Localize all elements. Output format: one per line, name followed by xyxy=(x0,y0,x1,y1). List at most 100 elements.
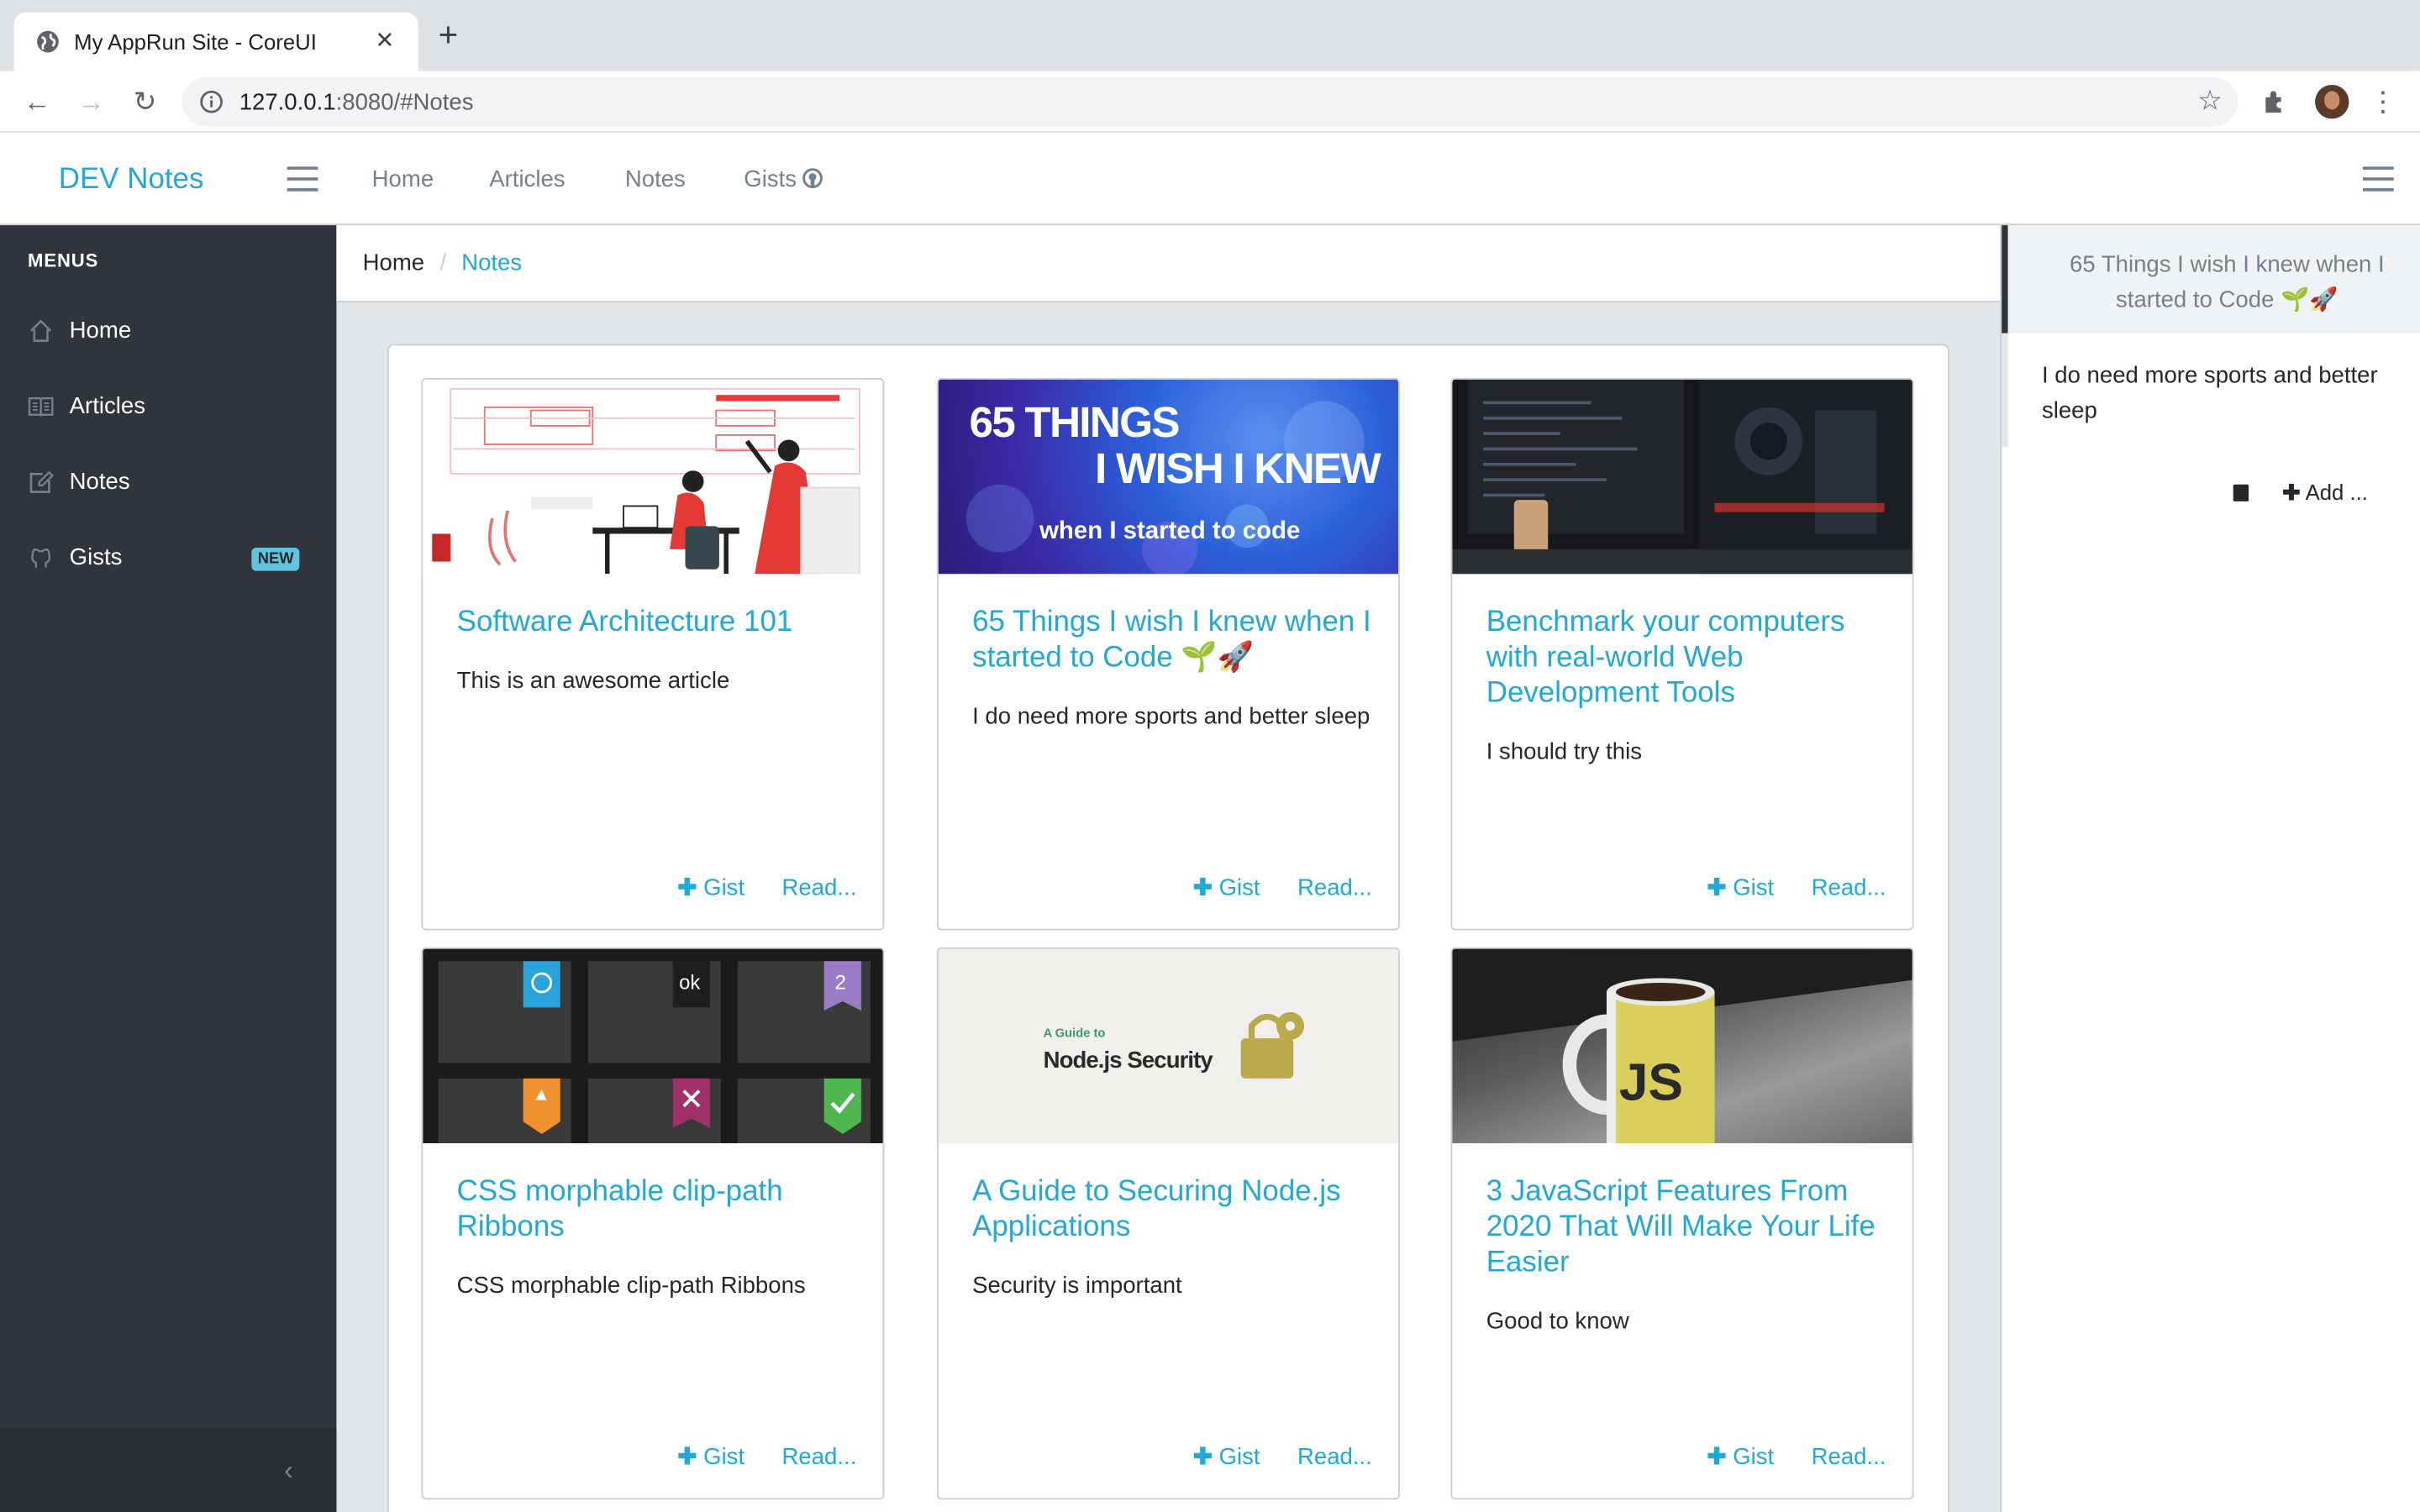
aside-selected-title: 65 Things I wish I knew when I started t… xyxy=(2070,251,2385,313)
plus-icon: ✚ xyxy=(1192,874,1213,901)
nav-articles[interactable]: Articles xyxy=(489,166,565,192)
card-text: I should try this xyxy=(1486,738,1643,766)
browser-menu-icon[interactable]: ⋮ xyxy=(2365,83,2402,120)
sidebar: MENUS Home Articles Notes Gists NEW ‹ xyxy=(0,225,337,1512)
back-icon[interactable]: ← xyxy=(18,83,55,120)
address-bar[interactable]: 127.0.0.1:8080/#Notes ☆ xyxy=(182,76,2238,127)
card-text: CSS morphable clip-path Ribbons xyxy=(456,1273,806,1299)
read-more-link[interactable]: Read... xyxy=(782,874,857,900)
close-tab-icon[interactable]: ✕ xyxy=(375,26,394,54)
card-actions: ✚ Gist Read... xyxy=(647,1442,857,1470)
image-text-number: 2 xyxy=(834,970,846,994)
sidebar-item-gists[interactable]: Gists NEW xyxy=(0,526,336,587)
profile-avatar[interactable] xyxy=(2315,85,2349,119)
card-title[interactable]: 3 JavaScript Features From 2020 That Wil… xyxy=(1486,1174,1891,1281)
aside-scrollbar[interactable] xyxy=(2002,333,2008,448)
read-more-link[interactable]: Read... xyxy=(1812,874,1886,900)
image-text-caption: when I started to code xyxy=(1039,518,1301,545)
add-gist-button[interactable]: ✚ Gist xyxy=(1707,1444,1774,1470)
nav-gists[interactable]: Gists xyxy=(744,166,823,193)
sidebar-toggle-icon[interactable] xyxy=(287,166,318,192)
add-gist-button[interactable]: ✚ Gist xyxy=(1707,874,1774,900)
nav-notes[interactable]: Notes xyxy=(625,166,686,192)
card-title[interactable]: 65 Things I wish I knew when I started t… xyxy=(972,605,1376,675)
sidebar-item-label: Gists xyxy=(69,544,123,571)
image-text-headline: 65 THINGS xyxy=(969,397,1180,446)
nav-home[interactable]: Home xyxy=(372,166,434,192)
card-text: I do need more sports and better sleep xyxy=(972,703,1370,730)
forward-icon[interactable]: → xyxy=(72,83,109,120)
sidebar-item-home[interactable]: Home xyxy=(0,299,336,360)
plus-icon: ✚ xyxy=(1192,1444,1213,1471)
article-card: A Guide to Node.js Security A Guide to S… xyxy=(936,947,1400,1500)
plus-icon: ✚ xyxy=(677,874,697,901)
globe-icon xyxy=(37,30,59,53)
extensions-icon[interactable] xyxy=(2261,88,2289,116)
card-image: JS xyxy=(1452,948,1912,1143)
book-icon xyxy=(28,397,54,417)
card-title[interactable]: Software Architecture 101 xyxy=(457,605,861,640)
reload-icon[interactable]: ↻ xyxy=(127,83,164,120)
article-card: ok 2 CSS morphable clip-path Ribbons CSS… xyxy=(421,947,885,1500)
add-gist-button[interactable]: ✚ Gist xyxy=(1193,1444,1260,1470)
github-icon xyxy=(802,168,823,189)
read-more-link[interactable]: Read... xyxy=(1297,1444,1372,1470)
sidebar-item-label: Home xyxy=(69,318,132,344)
card-title[interactable]: Benchmark your computers with real-world… xyxy=(1486,605,1891,711)
add-gist-button[interactable]: ✚ Gist xyxy=(677,1444,744,1470)
add-gist-button[interactable]: ✚ Gist xyxy=(677,874,744,900)
sidebar-item-label: Articles xyxy=(69,393,145,420)
browser-tab[interactable]: My AppRun Site - CoreUI ✕ xyxy=(13,12,418,71)
brand-logo[interactable]: DEV Notes xyxy=(59,164,204,197)
image-text-ok: ok xyxy=(679,970,701,994)
read-more-link[interactable]: Read... xyxy=(1812,1444,1886,1470)
card-actions: ✚ Gist Read... xyxy=(1676,1442,1886,1470)
sidebar-minimizer[interactable]: ‹ xyxy=(0,1428,337,1512)
chevron-left-icon[interactable]: ‹ xyxy=(284,1455,293,1488)
article-card: Benchmark your computers with real-world… xyxy=(1450,377,1914,931)
new-tab-icon[interactable]: + xyxy=(439,18,459,51)
card-title[interactable]: A Guide to Securing Node.js Applications xyxy=(972,1174,1376,1245)
add-gist-button[interactable]: ✚ Gist xyxy=(1193,874,1260,900)
card-image xyxy=(423,379,883,575)
new-badge: NEW xyxy=(251,548,300,571)
card-image xyxy=(1452,379,1912,575)
breadcrumb-home[interactable]: Home xyxy=(363,250,424,276)
breadcrumb-separator: / xyxy=(439,249,447,276)
card-text: Good to know xyxy=(1486,1308,1629,1335)
plus-icon: ✚ xyxy=(677,1444,697,1471)
read-more-link[interactable]: Read... xyxy=(1297,874,1372,900)
card-title[interactable]: CSS morphable clip-path Ribbons xyxy=(457,1174,861,1245)
aside-panel: 65 Things I wish I knew when I started t… xyxy=(2000,225,2420,1512)
aside-actions: ✚ Add ... xyxy=(2233,480,2368,506)
tab-title: My AppRun Site - CoreUI xyxy=(74,29,317,55)
aside-toggle-icon[interactable] xyxy=(2362,166,2394,192)
aside-selected-item[interactable]: 65 Things I wish I knew when I started t… xyxy=(2002,225,2420,333)
aside-note-text[interactable]: I do need more sports and better sleep xyxy=(2042,358,2381,428)
sidebar-item-articles[interactable]: Articles xyxy=(0,375,336,436)
card-text: This is an awesome article xyxy=(456,668,730,695)
plus-icon: ✚ xyxy=(1707,874,1727,901)
cards-container: Software Architecture 101 This is an awe… xyxy=(387,344,1949,1512)
card-actions: ✚ Gist Read... xyxy=(1162,1442,1372,1470)
note-icon xyxy=(29,470,54,493)
browser-tab-strip: My AppRun Site - CoreUI ✕ + xyxy=(0,0,2420,71)
browser-toolbar: ← → ↻ 127.0.0.1:8080/#Notes ☆ ⋮ xyxy=(0,71,2420,133)
bookmark-star-icon[interactable]: ☆ xyxy=(2197,85,2223,118)
breadcrumb-current: Notes xyxy=(461,249,523,276)
home-icon xyxy=(30,319,52,342)
trash-icon[interactable] xyxy=(2233,484,2249,501)
add-note-button[interactable]: ✚ Add ... xyxy=(2282,480,2368,504)
url-text: 127.0.0.1:8080/#Notes xyxy=(239,89,474,116)
info-icon[interactable] xyxy=(199,90,224,114)
card-actions: ✚ Gist Read... xyxy=(647,874,857,900)
card-image: ok 2 xyxy=(423,948,883,1143)
breadcrumb: Home / Notes xyxy=(336,225,2001,302)
sidebar-item-label: Notes xyxy=(69,469,130,496)
sidebar-item-notes[interactable]: Notes xyxy=(0,450,336,512)
card-image: A Guide to Node.js Security xyxy=(938,948,1399,1143)
read-more-link[interactable]: Read... xyxy=(782,1444,857,1470)
card-actions: ✚ Gist Read... xyxy=(1676,874,1886,900)
card-text: Security is important xyxy=(972,1273,1182,1299)
article-card: 65 THINGS I WISH I KNEW when I started t… xyxy=(936,377,1400,931)
